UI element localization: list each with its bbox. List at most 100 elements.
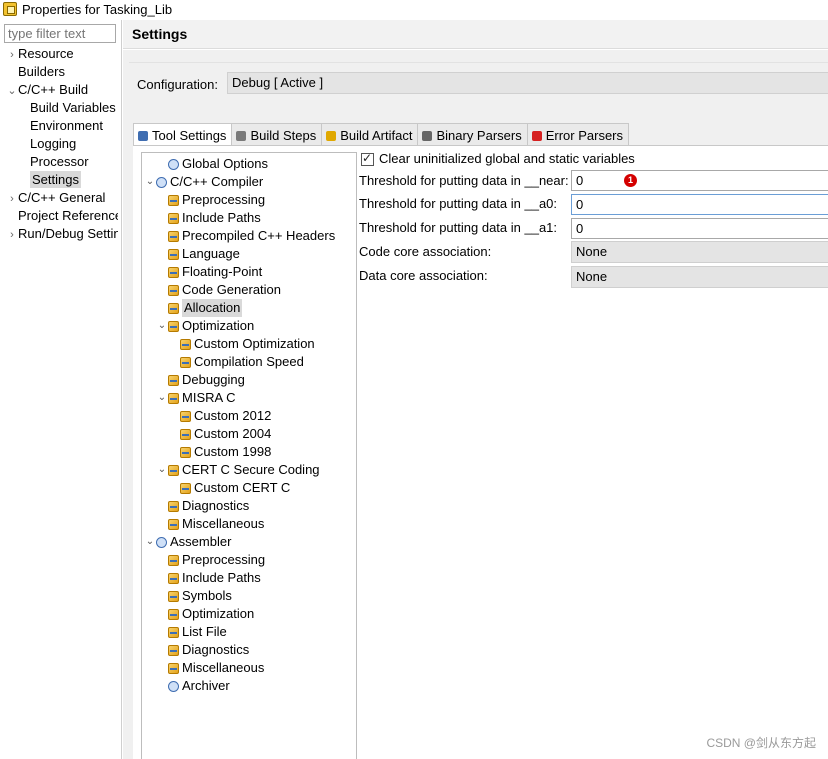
tree-item-custom-optimization[interactable]: Custom Optimization (168, 335, 315, 353)
tree-item-allocation[interactable]: Allocation (156, 299, 243, 317)
tree-item-label: Debugging (182, 372, 245, 387)
tree-item-miscellaneous[interactable]: Miscellaneous (156, 659, 264, 677)
tree-item-list-file[interactable]: List File (156, 623, 227, 641)
chevron-down-icon[interactable]: ⌄ (156, 461, 168, 479)
configuration-label: Configuration: (137, 77, 218, 92)
sidebar-item-logging[interactable]: Logging (30, 135, 118, 153)
sidebar-item-c-c-build[interactable]: ⌄C/C++ Build (6, 81, 118, 99)
tab-build-steps[interactable]: Build Steps (231, 123, 323, 145)
window-title: Properties for Tasking_Lib (22, 1, 173, 17)
tree-item-miscellaneous[interactable]: Miscellaneous (156, 515, 264, 533)
a0-threshold-input[interactable]: 0 (571, 194, 828, 215)
tree-item-diagnostics[interactable]: Diagnostics (156, 497, 249, 515)
sidebar-item-label: Environment (30, 118, 103, 133)
tree-item-preprocessing[interactable]: Preprocessing (156, 191, 265, 209)
filter-input[interactable] (4, 24, 116, 43)
chevron-down-icon[interactable]: ⌄ (6, 82, 18, 99)
tree-item-debugging[interactable]: Debugging (156, 371, 245, 389)
tree-item-custom-2012[interactable]: Custom 2012 (168, 407, 271, 425)
option-page-icon (168, 662, 179, 674)
tree-item-misra-c[interactable]: ⌄ MISRA C (156, 389, 236, 407)
option-page-icon (168, 266, 179, 278)
chevron-right-icon[interactable]: › (6, 226, 18, 243)
sidebar-item-build-variables[interactable]: Build Variables (30, 99, 118, 117)
sidebar-item-label: Settings (30, 171, 81, 188)
tree-item-include-paths[interactable]: Include Paths (156, 569, 261, 587)
chevron-right-icon[interactable]: › (6, 190, 18, 207)
properties-app-icon (3, 2, 17, 16)
option-page-icon (168, 284, 179, 296)
chevron-down-icon[interactable]: ⌄ (144, 173, 156, 191)
sidebar-item-label: Processor (30, 154, 89, 169)
settings-header: Settings (123, 20, 828, 49)
tree-item-archiver[interactable]: Archiver (156, 677, 230, 695)
tree-item-label: Floating-Point (182, 264, 263, 279)
sidebar-item-c-c-general[interactable]: › C/C++ General (6, 189, 118, 207)
tree-item-label: Custom CERT C (194, 480, 291, 495)
tree-item-optimization[interactable]: Optimization (156, 605, 254, 623)
chevron-right-icon[interactable]: › (6, 46, 18, 63)
annotation-badge: 1 (624, 174, 637, 187)
option-page-icon (168, 554, 179, 566)
option-page-icon (168, 626, 179, 638)
chevron-down-icon[interactable]: ⌄ (156, 389, 168, 407)
data-core-select[interactable]: None (571, 266, 828, 288)
sidebar-item-settings[interactable]: Settings (30, 171, 118, 189)
tree-item-preprocessing[interactable]: Preprocessing (156, 551, 265, 569)
option-page-icon (168, 608, 179, 620)
tree-item-label: Miscellaneous (182, 516, 265, 531)
tab-binary-parsers[interactable]: Binary Parsers (417, 123, 528, 145)
tree-item-symbols[interactable]: Symbols (156, 587, 232, 605)
tab-label: Tool Settings (152, 128, 227, 143)
sidebar-item-run-debug-settings[interactable]: ›Run/Debug Settings (6, 225, 118, 243)
tree-item-label: Optimization (182, 606, 255, 621)
sidebar-item-label: Logging (30, 136, 77, 151)
chevron-down-icon[interactable]: ⌄ (144, 533, 156, 551)
tree-item-label: Custom 2012 (194, 408, 272, 423)
tool-icon (156, 176, 167, 188)
tree-item-optimization[interactable]: ⌄ Optimization (156, 317, 254, 335)
tree-item-label: C/C++ Compiler (170, 174, 264, 189)
sidebar-item-resource[interactable]: › Resource (6, 45, 118, 63)
a1-threshold-label: Threshold for putting data in __a1: (359, 220, 558, 235)
tree-item-label: Preprocessing (182, 552, 266, 567)
tree-item-code-generation[interactable]: Code Generation (156, 281, 281, 299)
tab-build-artifact[interactable]: Build Artifact (321, 123, 419, 145)
near-threshold-input[interactable]: 0 (571, 170, 828, 191)
error-icon (531, 130, 542, 141)
option-page-icon (168, 572, 179, 584)
wrench-icon (236, 130, 247, 141)
data-core-label: Data core association: (359, 268, 488, 283)
tree-item-custom-cert-c[interactable]: Custom CERT C (168, 479, 290, 497)
tree-item-custom-1998[interactable]: Custom 1998 (168, 443, 271, 461)
code-core-select[interactable]: None (571, 241, 828, 263)
sidebar-item-project-references[interactable]: Project References (18, 207, 118, 225)
option-page-icon (180, 356, 191, 368)
option-page-icon (180, 410, 191, 422)
option-page-icon (168, 374, 179, 386)
tree-item-floating-point[interactable]: Floating-Point (156, 263, 262, 281)
tab-error-parsers[interactable]: Error Parsers (526, 123, 630, 145)
tree-item-compilation-speed[interactable]: Compilation Speed (168, 353, 304, 371)
binary-icon (422, 130, 433, 141)
sidebar-item-builders[interactable]: Builders (18, 63, 118, 81)
configuration-select[interactable]: Debug [ Active ] (227, 72, 828, 94)
tree-item-include-paths[interactable]: Include Paths (156, 209, 261, 227)
tree-item-language[interactable]: Language (156, 245, 240, 263)
tree-item-assembler[interactable]: ⌄ Assembler (144, 533, 232, 551)
sidebar-item-environment[interactable]: Environment (30, 117, 118, 135)
tree-item-c-c-compiler[interactable]: ⌄ C/C++ Compiler (144, 173, 263, 191)
tree-item-diagnostics[interactable]: Diagnostics (156, 641, 249, 659)
chevron-down-icon[interactable]: ⌄ (156, 317, 168, 335)
clear-uninitialized-label: Clear uninitialized global and static va… (379, 151, 635, 166)
tree-item-global-options[interactable]: Global Options (156, 155, 268, 173)
clear-uninitialized-checkbox[interactable] (361, 151, 374, 166)
tree-item-precompiled-c-headers[interactable]: Precompiled C++ Headers (156, 227, 335, 245)
sidebar-item-processor[interactable]: Processor (30, 153, 118, 171)
tree-item-label: Symbols (182, 588, 232, 603)
tree-item-custom-2004[interactable]: Custom 2004 (168, 425, 271, 443)
tab-tool-settings[interactable]: Tool Settings (133, 123, 233, 145)
tree-item-cert-c-secure-coding[interactable]: ⌄ CERT C Secure Coding (156, 461, 320, 479)
a1-threshold-input[interactable]: 0 (571, 218, 828, 239)
tool-icon (168, 158, 179, 170)
